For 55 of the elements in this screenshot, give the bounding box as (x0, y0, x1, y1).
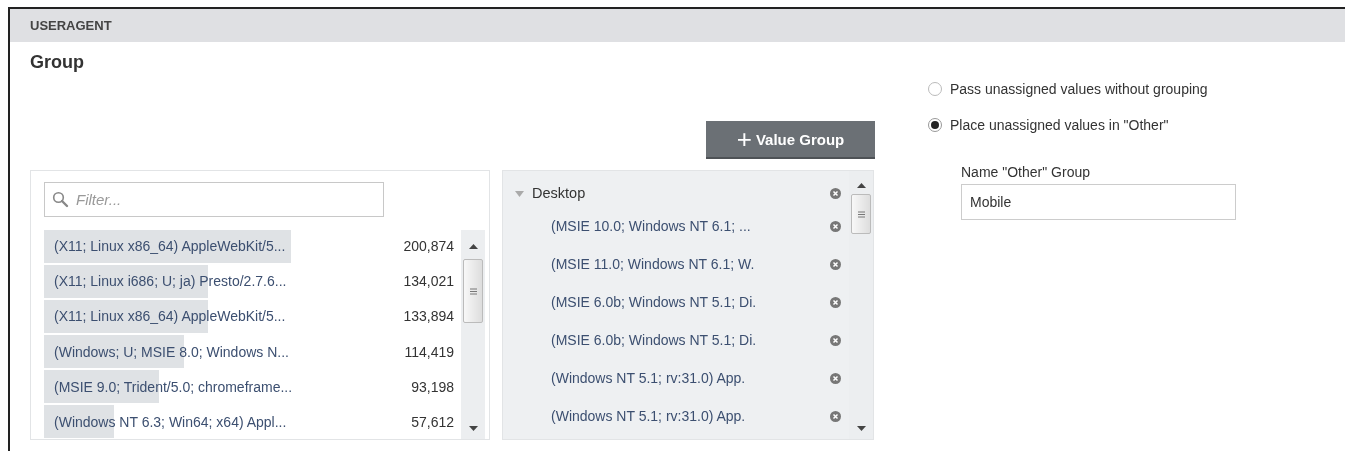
field-label: Name "Other" Group (961, 164, 1091, 180)
group-item[interactable]: (Windows NT 5.1; rv:31.0) App. (515, 397, 849, 435)
group-row[interactable]: Desktop (515, 179, 849, 207)
header-title: USERAGENT (30, 18, 112, 33)
value-count: 57,612 (410, 413, 454, 430)
group-name-field[interactable]: Mobile (961, 184, 1236, 220)
value-count: 134,021 (402, 273, 454, 290)
remove-icon[interactable] (830, 296, 841, 308)
value-count: 200,874 (402, 238, 454, 255)
value-label: (Windows; U; MSIE 8.0; Windows N... (53, 343, 290, 360)
filter-field[interactable]: Filter... (44, 182, 384, 217)
remove-icon[interactable] (830, 258, 841, 270)
scroll-thumb[interactable] (463, 259, 483, 323)
scroll-thumb[interactable] (851, 194, 871, 234)
group-item[interactable]: (MSIE 10.0; Windows NT 6.1; ... (515, 207, 849, 245)
value-label: (X11; Linux x86_64) AppleWebKit/5... (53, 238, 287, 255)
value-row[interactable]: (X11; Linux x86_64) AppleWebKit/5... 200,874 (44, 230, 455, 263)
remove-icon[interactable] (830, 410, 841, 422)
group-item[interactable]: (MSIE 6.0b; Windows NT 5.1; Di. (515, 321, 849, 359)
option-label[interactable]: Place unassigned values in "Other" (950, 117, 1169, 133)
scroll-up-icon (856, 183, 866, 188)
value-row[interactable]: (X11; Linux i686; U; ja) Presto/2.7.6... 134,021 (44, 265, 455, 298)
scrollbar[interactable] (461, 230, 485, 439)
scroll-down-icon (468, 426, 478, 431)
group-item[interactable]: (MSIE 6.0b; Windows NT 5.1; Di. (515, 283, 849, 321)
remove-icon[interactable] (830, 334, 841, 346)
item-label: (MSIE 6.0b; Windows NT 5.1; Di. (551, 294, 758, 310)
value-label: (X11; Linux x86_64) AppleWebKit/5... (53, 308, 287, 325)
value-count: 93,198 (410, 378, 454, 395)
radio-button[interactable] (928, 118, 942, 132)
value-row[interactable]: (Windows NT 6.3; Win64; x64) Appl... 57,612 (44, 405, 455, 439)
item-label: (MSIE 11.0; Windows NT 6.1; W. (551, 256, 756, 272)
scroll-down-icon (856, 426, 866, 431)
value-count: 114,419 (403, 343, 454, 360)
remove-icon[interactable] (830, 372, 841, 384)
value-row[interactable]: (Windows; U; MSIE 8.0; Windows N... 114,419 (44, 335, 455, 368)
value-label: (MSIE 9.0; Trident/5.0; chromeframe... (53, 378, 294, 395)
item-label: (MSIE 10.0; Windows NT 6.1; ... (551, 218, 752, 234)
value-row[interactable]: (X11; Linux x86_64) AppleWebKit/5... 133,894 (44, 300, 455, 333)
section-title: Group (30, 52, 84, 73)
scroll-up-icon (468, 244, 478, 249)
remove-icon[interactable] (830, 220, 841, 232)
value-label: (Windows NT 6.3; Win64; x64) Appl... (53, 413, 288, 430)
value-count: 133,894 (402, 308, 454, 325)
value-row[interactable]: (MSIE 9.0; Trident/5.0; chromeframe... 93,198 (44, 370, 455, 403)
item-label: (Windows NT 5.1; rv:31.0) App. (551, 408, 747, 424)
item-label: (MSIE 6.0b; Windows NT 5.1; Di. (551, 332, 758, 348)
group-name: Desktop (532, 185, 587, 201)
item-label: (Windows NT 5.1; rv:31.0) App. (551, 370, 747, 386)
value-label: (X11; Linux i686; U; ja) Presto/2.7.6... (53, 273, 288, 290)
remove-icon[interactable] (830, 187, 841, 199)
radio-button[interactable] (928, 82, 942, 96)
group-item[interactable]: (MSIE 11.0; Windows NT 6.1; W. (515, 245, 849, 283)
group-item[interactable]: (Windows NT 5.1; rv:31.0) App. (515, 359, 849, 397)
option-label[interactable]: Pass unassigned values without grouping (950, 81, 1208, 97)
